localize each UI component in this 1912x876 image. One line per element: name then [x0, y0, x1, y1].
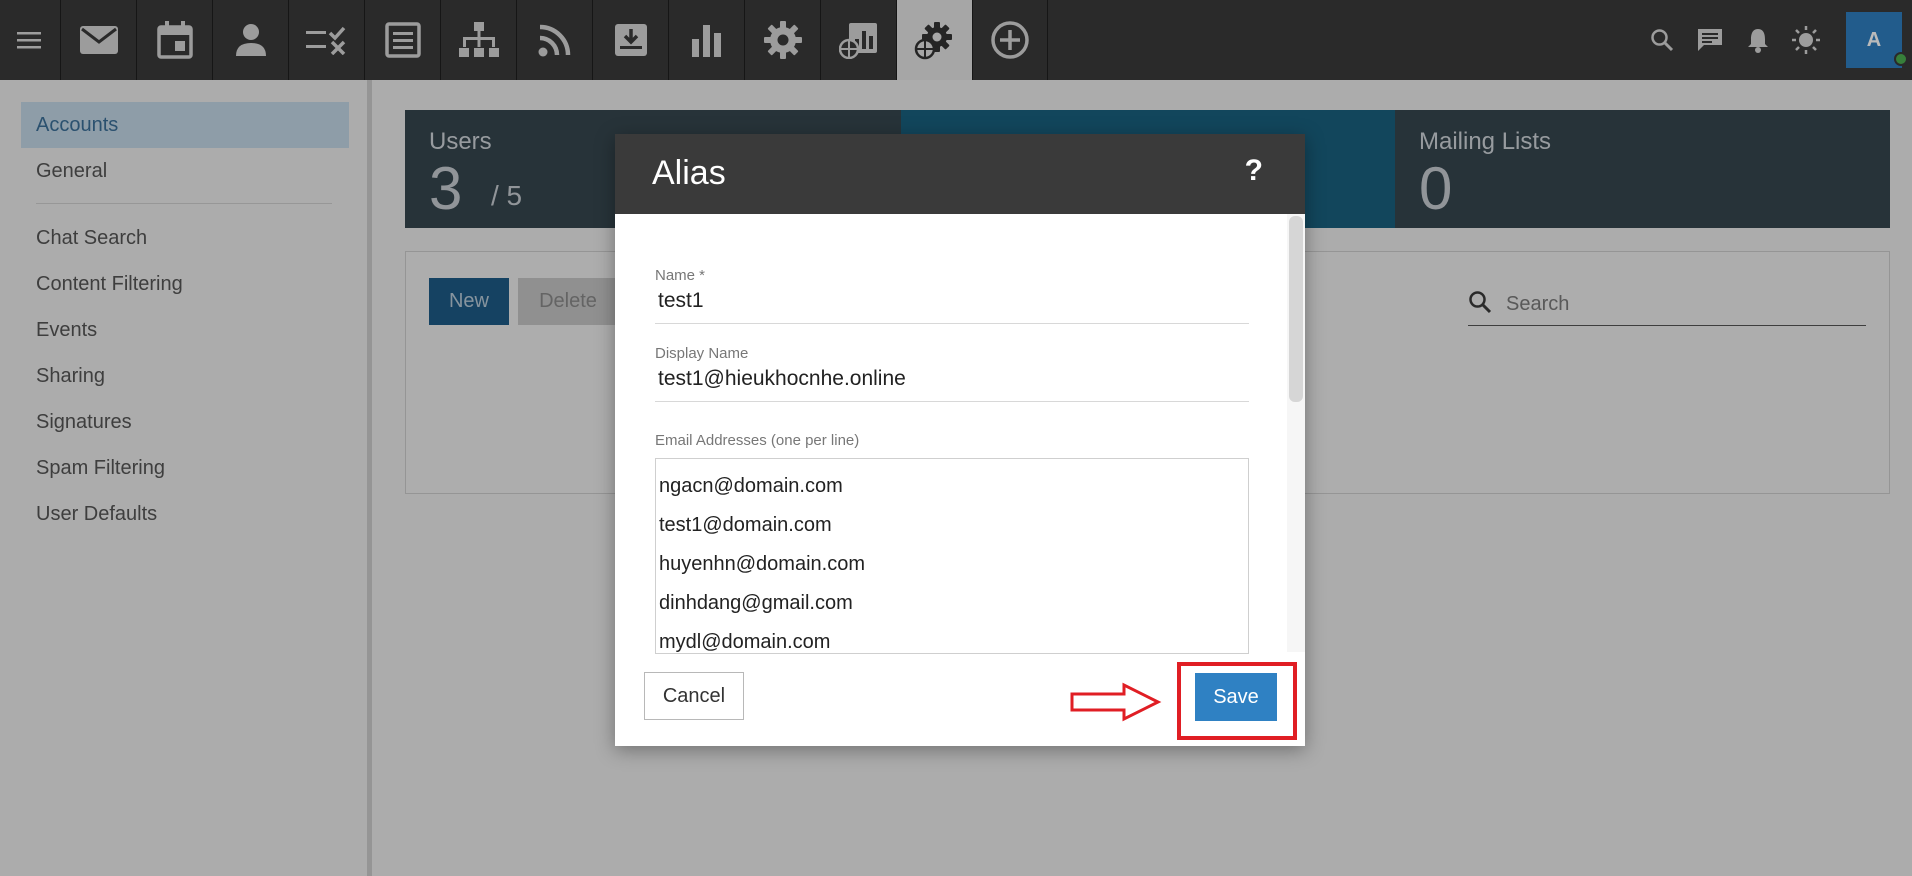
name-value[interactable]: test1: [655, 289, 1249, 324]
dialog-title: Alias: [652, 154, 726, 192]
email-addresses-label-wrap: Email Addresses (one per line): [655, 432, 1249, 449]
name-field[interactable]: Name * test1: [655, 267, 1249, 324]
display-name-label: Display Name: [655, 345, 749, 362]
pointer-arrow-icon: [1070, 682, 1162, 722]
display-name-field[interactable]: Display Name test1@hieukhocnhe.online: [655, 345, 1249, 402]
dialog-scrollbar-thumb[interactable]: [1289, 216, 1303, 402]
cancel-button[interactable]: Cancel: [644, 672, 744, 720]
email-line: ngacn@domain.com: [659, 475, 843, 497]
email-line: dinhdang@gmail.com: [659, 592, 853, 614]
email-addresses-label: Email Addresses (one per line): [655, 432, 860, 449]
name-label: Name *: [655, 267, 706, 284]
email-line: huyenhn@domain.com: [659, 553, 865, 575]
alias-dialog: Alias ? Name * test1 Display Name test1@…: [615, 134, 1305, 746]
save-button[interactable]: Save: [1195, 673, 1277, 721]
help-button[interactable]: ?: [1245, 154, 1263, 188]
dialog-header: Alias ?: [615, 134, 1305, 214]
email-line: mydl@domain.com: [659, 631, 831, 653]
email-line: test1@domain.com: [659, 514, 832, 536]
display-name-value[interactable]: test1@hieukhocnhe.online: [655, 367, 1249, 402]
email-addresses-textarea[interactable]: ngacn@domain.com test1@domain.com huyenh…: [655, 458, 1249, 654]
